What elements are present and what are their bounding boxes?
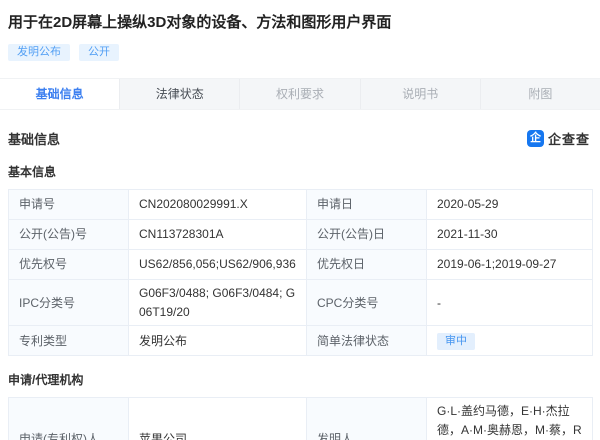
field-value: CN113728301A bbox=[129, 220, 307, 250]
field-label: IPC分类号 bbox=[9, 280, 129, 326]
field-value: 2021-11-30 bbox=[427, 220, 593, 250]
status-badge: 审中 bbox=[437, 333, 475, 350]
table-row: 专利类型 发明公布 简单法律状态 审中 bbox=[9, 326, 593, 356]
table-row: IPC分类号 G06F3/0488; G06F3/0484; G06T19/20… bbox=[9, 280, 593, 326]
patent-type-tag: 发明公布 bbox=[8, 44, 70, 61]
section-header: 基础信息 企 企查查 bbox=[0, 110, 600, 148]
field-value: - bbox=[427, 280, 593, 326]
field-label: 优先权日 bbox=[307, 250, 427, 280]
field-label: 专利类型 bbox=[9, 326, 129, 356]
qcc-brand: 企 企查查 bbox=[527, 129, 590, 148]
table-row: 申请号 CN202080029991.X 申请日 2020-05-29 bbox=[9, 190, 593, 220]
tab-bar: 基础信息 法律状态 权利要求 说明书 附图 bbox=[0, 78, 600, 110]
field-value: 2019-06-1;2019-09-27 bbox=[427, 250, 593, 280]
qcc-logo-icon: 企 bbox=[527, 130, 544, 147]
tab-basic-info[interactable]: 基础信息 bbox=[0, 79, 120, 109]
basic-info-table: 申请号 CN202080029991.X 申请日 2020-05-29 公开(公… bbox=[8, 189, 593, 356]
field-label: 优先权号 bbox=[9, 250, 129, 280]
applicant-table: 申请(专利权)人 苹果公司 发明人 G·L·盖约马德，E·H·杰拉德，A·M·奥… bbox=[8, 397, 593, 440]
table-row: 优先权号 US62/856,056;US62/906,936 优先权日 2019… bbox=[9, 250, 593, 280]
field-value: CN202080029991.X bbox=[129, 190, 307, 220]
field-label: CPC分类号 bbox=[307, 280, 427, 326]
field-value: 发明公布 bbox=[129, 326, 307, 356]
field-value: G06F3/0488; G06F3/0484; G06T19/20 bbox=[129, 280, 307, 326]
table-row: 申请(专利权)人 苹果公司 发明人 G·L·盖约马德，E·H·杰拉德，A·M·奥… bbox=[9, 398, 593, 440]
field-value: US62/856,056;US62/906,936 bbox=[129, 250, 307, 280]
field-label: 发明人 bbox=[307, 398, 427, 440]
field-label: 简单法律状态 bbox=[307, 326, 427, 356]
field-label: 公开(公告)日 bbox=[307, 220, 427, 250]
section-title: 基础信息 bbox=[8, 129, 60, 148]
tab-figures[interactable]: 附图 bbox=[481, 79, 600, 109]
field-label: 申请(专利权)人 bbox=[9, 398, 129, 440]
page-header: 用于在2D屏幕上操纵3D对象的设备、方法和图形用户界面 发明公布 公开 bbox=[0, 0, 600, 61]
page-title: 用于在2D屏幕上操纵3D对象的设备、方法和图形用户界面 bbox=[8, 13, 590, 33]
field-label: 申请号 bbox=[9, 190, 129, 220]
subsection-title-basic: 基本信息 bbox=[0, 148, 600, 189]
table-row: 公开(公告)号 CN113728301A 公开(公告)日 2021-11-30 bbox=[9, 220, 593, 250]
field-label: 申请日 bbox=[307, 190, 427, 220]
patent-detail-page: 用于在2D屏幕上操纵3D对象的设备、方法和图形用户界面 发明公布 公开 基础信息… bbox=[0, 0, 600, 440]
patent-status-tag: 公开 bbox=[79, 44, 119, 61]
tab-description[interactable]: 说明书 bbox=[361, 79, 481, 109]
tab-claims[interactable]: 权利要求 bbox=[240, 79, 360, 109]
field-value: G·L·盖约马德，E·H·杰拉德，A·M·奥赫恩，M·蔡，R-Y-J·斯托姆，A… bbox=[427, 398, 593, 440]
field-value: 2020-05-29 bbox=[427, 190, 593, 220]
qcc-brand-name: 企查查 bbox=[548, 129, 590, 148]
patent-tag-list: 发明公布 公开 bbox=[8, 44, 590, 61]
field-value: 苹果公司 bbox=[129, 398, 307, 440]
subsection-title-applicant: 申请/代理机构 bbox=[0, 356, 600, 397]
field-value: 审中 bbox=[427, 326, 593, 356]
field-label: 公开(公告)号 bbox=[9, 220, 129, 250]
tab-legal-status[interactable]: 法律状态 bbox=[120, 79, 240, 109]
